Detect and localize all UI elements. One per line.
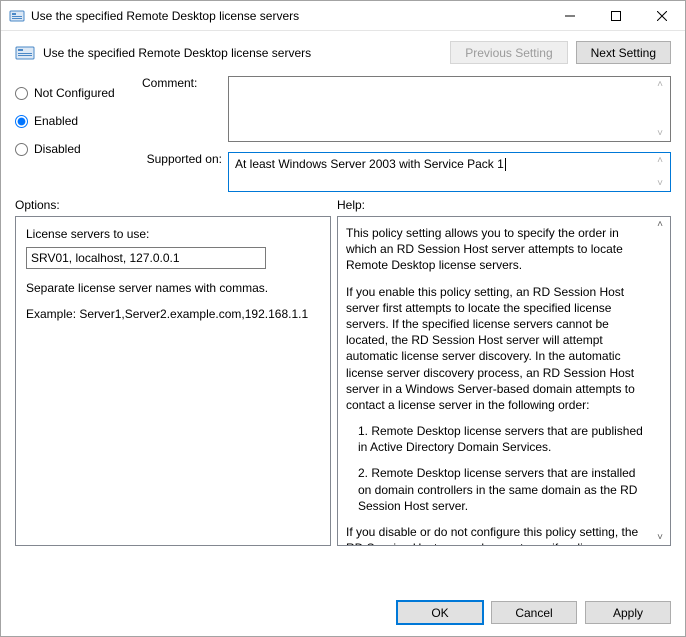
section-labels: Options: Help:	[1, 192, 685, 216]
window-controls	[547, 1, 685, 30]
close-button[interactable]	[639, 1, 685, 30]
radio-disabled-label: Disabled	[34, 142, 81, 156]
help-p4: 2. Remote Desktop license servers that a…	[346, 465, 650, 514]
next-setting-button[interactable]: Next Setting	[576, 41, 671, 64]
supported-on-field[interactable]: At least Windows Server 2003 with Servic…	[228, 152, 671, 192]
supported-on-value: At least Windows Server 2003 with Servic…	[229, 153, 670, 175]
help-text: This policy setting allows you to specif…	[346, 225, 650, 546]
help-p2: If you enable this policy setting, an RD…	[346, 284, 650, 414]
minimize-button[interactable]	[547, 1, 593, 30]
options-example: Example: Server1,Server2.example.com,192…	[26, 307, 320, 321]
panels: License servers to use: Separate license…	[1, 216, 685, 591]
comment-field[interactable]: ˄˅	[228, 76, 671, 142]
help-p3: 1. Remote Desktop license servers that a…	[346, 423, 650, 455]
scrollbar[interactable]: ˄˅	[652, 79, 668, 139]
window-title: Use the specified Remote Desktop license…	[31, 9, 547, 23]
radio-not-configured-label: Not Configured	[34, 86, 115, 100]
state-radios: Not Configured Enabled Disabled	[15, 76, 130, 192]
radio-enabled[interactable]: Enabled	[15, 110, 130, 132]
license-servers-input[interactable]	[26, 247, 266, 269]
policy-name: Use the specified Remote Desktop license…	[43, 46, 442, 60]
config-area: Not Configured Enabled Disabled Comment:…	[1, 70, 685, 192]
gpo-dialog: Use the specified Remote Desktop license…	[0, 0, 686, 637]
options-heading: Options:	[15, 198, 337, 212]
scrollbar[interactable]: ˄˅	[652, 155, 668, 189]
radio-not-configured[interactable]: Not Configured	[15, 82, 130, 104]
dialog-footer: OK Cancel Apply	[1, 591, 685, 636]
radio-disabled[interactable]: Disabled	[15, 138, 130, 160]
ok-button[interactable]: OK	[397, 601, 483, 624]
supported-label: Supported on:	[142, 152, 226, 192]
policy-icon	[9, 8, 25, 24]
help-heading: Help:	[337, 198, 365, 212]
titlebar: Use the specified Remote Desktop license…	[1, 1, 685, 31]
apply-button[interactable]: Apply	[585, 601, 671, 624]
radio-disabled-input[interactable]	[15, 143, 28, 156]
comment-label: Comment:	[142, 76, 226, 142]
comment-value	[229, 77, 670, 85]
license-servers-label: License servers to use:	[26, 227, 320, 241]
radio-enabled-input[interactable]	[15, 115, 28, 128]
radio-enabled-label: Enabled	[34, 114, 78, 128]
help-panel: This policy setting allows you to specif…	[337, 216, 671, 546]
cancel-button[interactable]: Cancel	[491, 601, 577, 624]
help-p1: This policy setting allows you to specif…	[346, 225, 650, 274]
help-p5: If you disable or do not configure this …	[346, 524, 650, 546]
header-row: Use the specified Remote Desktop license…	[1, 31, 685, 70]
policy-icon	[15, 43, 35, 63]
options-note: Separate license server names with comma…	[26, 281, 320, 295]
maximize-button[interactable]	[593, 1, 639, 30]
radio-not-configured-input[interactable]	[15, 87, 28, 100]
scrollbar[interactable]: ˄˅	[652, 219, 668, 543]
previous-setting-button[interactable]: Previous Setting	[450, 41, 567, 64]
options-panel: License servers to use: Separate license…	[15, 216, 331, 546]
